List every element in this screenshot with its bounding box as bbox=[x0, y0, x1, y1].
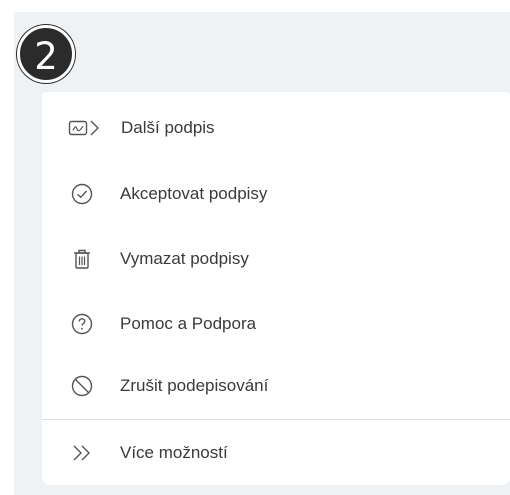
double-chevron-right-icon bbox=[70, 441, 94, 465]
menu-item-label: Vymazat podpisy bbox=[120, 249, 249, 268]
menu-item-label: Další podpis bbox=[121, 118, 215, 137]
menu-item-label: Zrušit podepisování bbox=[120, 376, 269, 395]
next-signature-icon bbox=[67, 116, 113, 140]
check-circle-icon bbox=[70, 182, 94, 206]
help-circle-icon bbox=[70, 312, 94, 336]
menu-item-more-options[interactable]: Více možností bbox=[42, 425, 510, 481]
step-number-badge: 2 bbox=[17, 25, 75, 83]
cancel-icon bbox=[70, 374, 94, 398]
menu-item-label: Akceptovat podpisy bbox=[120, 184, 268, 203]
menu-divider bbox=[42, 419, 510, 420]
menu-item-label: Více možností bbox=[120, 443, 228, 462]
menu-item-next-signature[interactable]: Další podpis bbox=[42, 100, 510, 156]
trash-icon bbox=[70, 247, 94, 271]
menu-item-delete-signatures[interactable]: Vymazat podpisy bbox=[42, 231, 510, 287]
menu-item-cancel-signing[interactable]: Zrušit podepisování bbox=[42, 358, 510, 414]
menu-item-label: Pomoc a Podpora bbox=[120, 314, 257, 333]
menu-item-accept-signatures[interactable]: Akceptovat podpisy bbox=[42, 166, 510, 222]
menu-item-help-support[interactable]: Pomoc a Podpora bbox=[42, 296, 510, 352]
